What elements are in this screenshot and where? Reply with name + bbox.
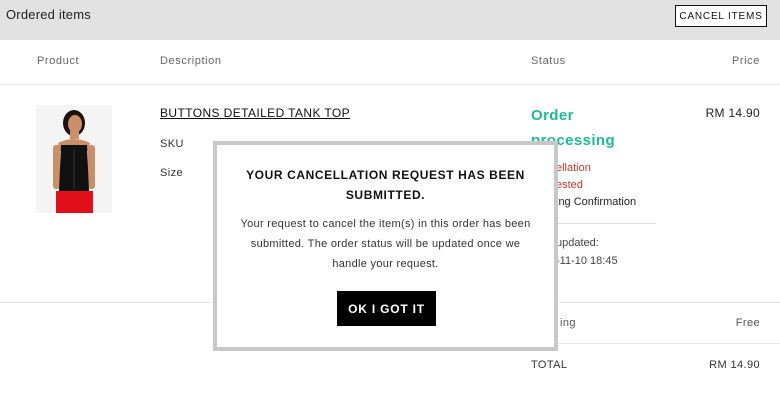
status-pending-confirmation: ing Confirmation [556,196,637,208]
status-requested: ested [556,179,583,191]
status-cancellation: ellation [556,162,591,174]
sku-label: SKU [160,138,184,150]
product-image[interactable] [36,105,112,213]
modal-body: Your request to cancel the item(s) in th… [240,218,531,270]
cancel-items-button[interactable]: CANCEL ITEMS [675,5,767,27]
product-column-header: Product [37,55,80,67]
ordered-items-title: Ordered items [6,7,91,22]
last-updated-label: updated: [556,237,599,249]
shipping-value: Free [735,317,760,329]
order-header-bar: Ordered items CANCEL ITEMS [0,0,780,40]
cancellation-modal: YOUR CANCELLATION REQUEST HAS BEEN SUBMI… [213,141,558,351]
status-order: Order [531,107,574,124]
total-value: RM 14.90 [709,359,760,371]
modal-title: YOUR CANCELLATION REQUEST HAS BEEN SUBMI… [246,168,525,202]
size-label: Size [160,167,183,179]
description-column-header: Description [160,55,222,67]
price-column-header: Price [731,55,760,67]
item-price: RM 14.90 [705,106,760,120]
summary-divider [531,343,780,344]
product-name-link[interactable]: BUTTONS DETAILED TANK TOP [160,106,350,120]
last-updated-value: -11-10 18:45 [556,255,618,267]
table-header: Product Description Status Price [0,40,780,85]
status-column-header: Status [531,55,566,67]
shipping-label: ing [560,317,576,329]
ok-got-it-button[interactable]: OK I GOT IT [337,291,436,326]
total-label: TOTAL [531,359,568,371]
